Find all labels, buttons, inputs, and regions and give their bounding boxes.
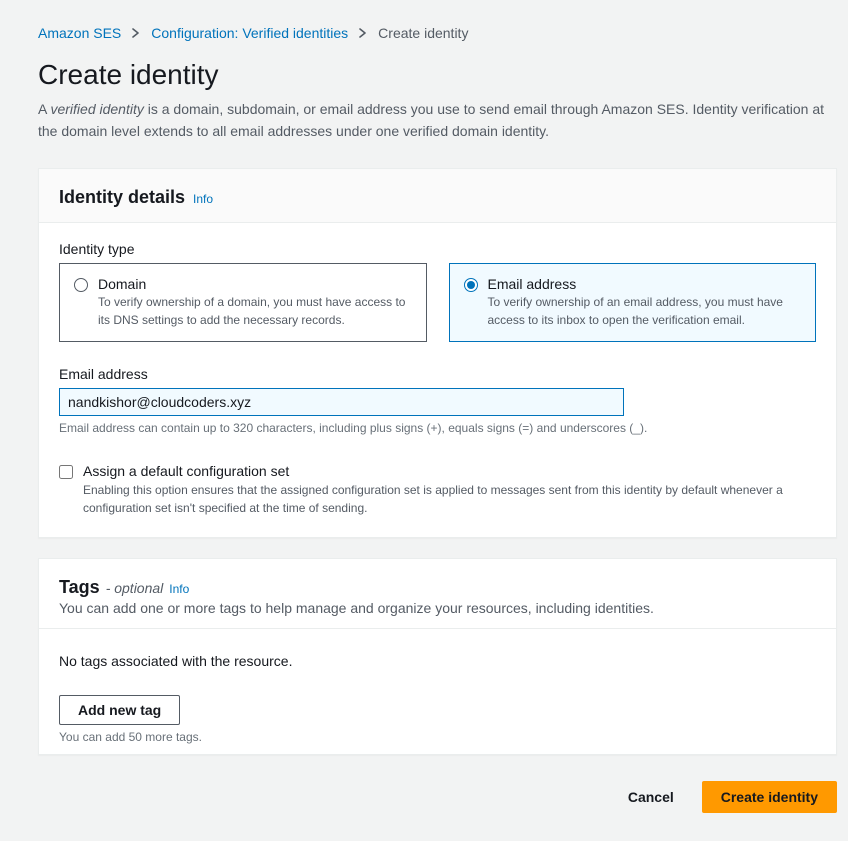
tags-desc: You can add one or more tags to help man…	[59, 600, 816, 616]
panel-title-identity-details: Identity details	[59, 187, 185, 208]
assign-config-set-desc: Enabling this option ensures that the as…	[83, 481, 816, 517]
email-address-input[interactable]	[59, 388, 624, 416]
tags-remaining-text: You can add 50 more tags.	[59, 730, 816, 744]
breadcrumb-link-verified-identities[interactable]: Configuration: Verified identities	[151, 25, 348, 41]
option-desc: To verify ownership of an email address,…	[488, 294, 802, 329]
create-identity-button[interactable]: Create identity	[702, 781, 837, 813]
radio-icon	[464, 278, 478, 292]
panel-identity-details: Identity details Info Identity type Doma…	[38, 168, 837, 538]
identity-type-option-domain[interactable]: Domain To verify ownership of a domain, …	[59, 263, 427, 342]
breadcrumb: Amazon SES Configuration: Verified ident…	[38, 25, 837, 41]
page-description: A verified identity is a domain, subdoma…	[38, 99, 828, 142]
assign-config-set-label: Assign a default configuration set	[83, 463, 816, 479]
breadcrumb-current: Create identity	[378, 25, 468, 41]
label-email-address: Email address	[59, 366, 816, 382]
panel-title-tags: Tags	[59, 577, 100, 598]
label-identity-type: Identity type	[59, 241, 816, 257]
email-help-text: Email address can contain up to 320 char…	[59, 421, 816, 435]
info-link-identity-details[interactable]: Info	[193, 192, 213, 206]
chevron-right-icon	[358, 28, 368, 38]
assign-config-set-checkbox[interactable]	[59, 465, 73, 479]
page-title: Create identity	[38, 59, 837, 91]
cancel-button[interactable]: Cancel	[614, 781, 688, 813]
info-link-tags[interactable]: Info	[169, 582, 189, 596]
breadcrumb-link-ses[interactable]: Amazon SES	[38, 25, 121, 41]
tags-empty-state: No tags associated with the resource.	[59, 653, 816, 669]
panel-tags: Tags - optional Info You can add one or …	[38, 558, 837, 755]
add-new-tag-button[interactable]: Add new tag	[59, 695, 180, 725]
option-title: Domain	[98, 276, 412, 292]
radio-icon	[74, 278, 88, 292]
identity-type-option-email[interactable]: Email address To verify ownership of an …	[449, 263, 817, 342]
option-title: Email address	[488, 276, 802, 292]
footer-actions: Cancel Create identity	[38, 775, 837, 813]
panel-suffix-tags: - optional	[106, 580, 164, 596]
option-desc: To verify ownership of a domain, you mus…	[98, 294, 412, 329]
chevron-right-icon	[131, 28, 141, 38]
